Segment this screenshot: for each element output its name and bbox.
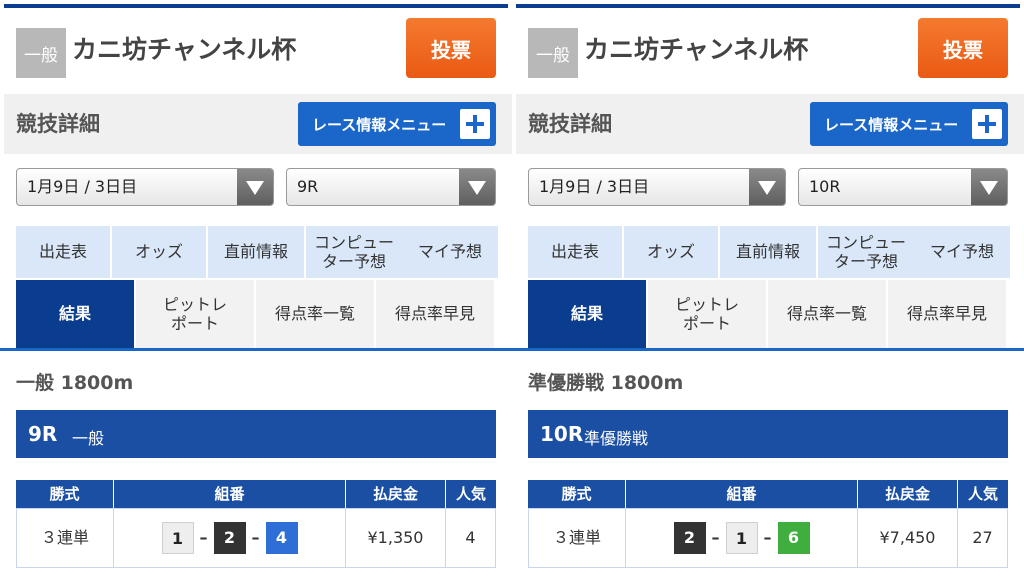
tab-row2-3[interactable]: 得点率早見	[888, 280, 1006, 348]
race-number: 9R	[28, 422, 58, 446]
vote-button[interactable]: 投票	[406, 18, 496, 78]
tab-row2-2[interactable]: 得点率一覧	[768, 280, 886, 348]
combo-box-1: 2	[673, 522, 706, 554]
header-payout: 払戻金	[858, 480, 958, 508]
section-title: 競技詳細	[528, 112, 612, 136]
tab-row2-1[interactable]: ピットレ ポート	[136, 280, 254, 348]
header-bet-type: 勝式	[16, 480, 114, 508]
race-panel-left: 一般 カニ坊チャンネル杯 投票 競技詳細 レース情報メニュー 1月9日 / 3日…	[0, 0, 512, 576]
date-select-value: 1月9日 / 3日目	[27, 177, 138, 196]
chevron-down-icon	[237, 169, 273, 205]
payout: ¥7,450	[858, 509, 958, 567]
tabs-divider	[0, 348, 512, 351]
plus-icon	[972, 109, 1002, 139]
payout: ¥1,350	[346, 509, 446, 567]
tab-row2-0[interactable]: 結果	[528, 280, 646, 348]
results-header: 勝式 組番 払戻金 人気	[528, 480, 1008, 508]
race-select[interactable]: 10R	[798, 168, 1008, 206]
date-select[interactable]: 1月9日 / 3日目	[16, 168, 274, 206]
race-title: カニ坊チャンネル杯	[72, 35, 297, 64]
tab-row1-0[interactable]: 出走表	[528, 226, 622, 278]
race-info-menu-button[interactable]: レース情報メニュー	[810, 102, 1008, 146]
combo-dash: –	[199, 528, 208, 547]
combo-box-2: 1	[725, 522, 758, 554]
combination: 1 – 2 – 4	[114, 509, 346, 567]
menu-button-label: レース情報メニュー	[824, 115, 959, 134]
chevron-down-icon	[459, 169, 495, 205]
header-popularity: 人気	[967, 485, 998, 503]
race-select-value: 9R	[297, 177, 319, 196]
race-header-bar: 9R 一般	[16, 410, 496, 458]
header-popularity: 人気	[455, 485, 486, 503]
plus-icon	[460, 109, 490, 139]
tab-row1-4[interactable]: マイ予想	[402, 226, 498, 278]
tabs-divider	[512, 348, 1024, 351]
grade-badge: 一般	[16, 28, 66, 78]
grade-distance: 準優勝戦 1800m	[528, 372, 684, 394]
combo-box-1: 1	[161, 522, 194, 554]
combo-dash: –	[763, 528, 772, 547]
vote-button[interactable]: 投票	[918, 18, 1008, 78]
tab-row2-3[interactable]: 得点率早見	[376, 280, 494, 348]
tab-row2-1[interactable]: ピットレ ポート	[648, 280, 766, 348]
table-row: ３連単 2 – 1 – 6 ¥7,450 27	[528, 508, 1008, 568]
popularity: 27	[972, 528, 993, 547]
combo-box-3: 4	[265, 522, 298, 554]
race-grade: 一般	[72, 429, 105, 448]
section-header: 競技詳細 レース情報メニュー	[516, 94, 1024, 154]
header-combination: 組番	[114, 480, 346, 508]
tab-row2-0[interactable]: 結果	[16, 280, 134, 348]
header-combination: 組番	[626, 480, 858, 508]
date-select[interactable]: 1月9日 / 3日目	[528, 168, 786, 206]
combo-dash: –	[711, 528, 720, 547]
race-panel-right: 一般 カニ坊チャンネル杯 投票 競技詳細 レース情報メニュー 1月9日 / 3日…	[512, 0, 1024, 576]
tab-row1-2[interactable]: 直前情報	[720, 226, 816, 278]
bet-type: ３連単	[529, 509, 626, 567]
chevron-down-icon	[971, 169, 1007, 205]
tab-row1-0[interactable]: 出走表	[16, 226, 110, 278]
date-select-value: 1月9日 / 3日目	[539, 177, 650, 196]
combo-dash: –	[251, 528, 260, 547]
section-header: 競技詳細 レース情報メニュー	[4, 94, 512, 154]
race-select-value: 10R	[809, 177, 841, 196]
results-header: 勝式 組番 払戻金 人気	[16, 480, 496, 508]
race-info-menu-button[interactable]: レース情報メニュー	[298, 102, 496, 146]
top-accent-bar	[516, 4, 1020, 8]
race-title: カニ坊チャンネル杯	[584, 35, 809, 64]
race-grade: 準優勝戦	[584, 429, 649, 448]
header-payout: 払戻金	[346, 480, 446, 508]
grade-badge: 一般	[528, 28, 578, 78]
tab-row1-4[interactable]: マイ予想	[914, 226, 1010, 278]
header-bet-type: 勝式	[528, 480, 626, 508]
combination: 2 – 1 – 6	[626, 509, 858, 567]
top-accent-bar	[4, 4, 508, 8]
tab-row2-2[interactable]: 得点率一覧	[256, 280, 374, 348]
combo-box-2: 2	[213, 522, 246, 554]
tab-row1-1[interactable]: オッズ	[624, 226, 718, 278]
menu-button-label: レース情報メニュー	[312, 115, 447, 134]
grade-distance: 一般 1800m	[16, 372, 134, 394]
combo-box-3: 6	[777, 522, 810, 554]
tab-row1-2[interactable]: 直前情報	[208, 226, 304, 278]
race-header-bar: 10R 準優勝戦	[528, 410, 1008, 458]
table-row: ３連単 1 – 2 – 4 ¥1,350 4	[16, 508, 496, 568]
race-select[interactable]: 9R	[286, 168, 496, 206]
section-title: 競技詳細	[16, 112, 100, 136]
race-number: 10R	[540, 422, 584, 446]
chevron-down-icon	[749, 169, 785, 205]
tab-row1-1[interactable]: オッズ	[112, 226, 206, 278]
tab-row1-3[interactable]: コンピュー ター予想	[306, 226, 402, 278]
tab-row1-3[interactable]: コンピュー ター予想	[818, 226, 914, 278]
bet-type: ３連単	[17, 509, 114, 567]
popularity: 4	[465, 528, 476, 547]
